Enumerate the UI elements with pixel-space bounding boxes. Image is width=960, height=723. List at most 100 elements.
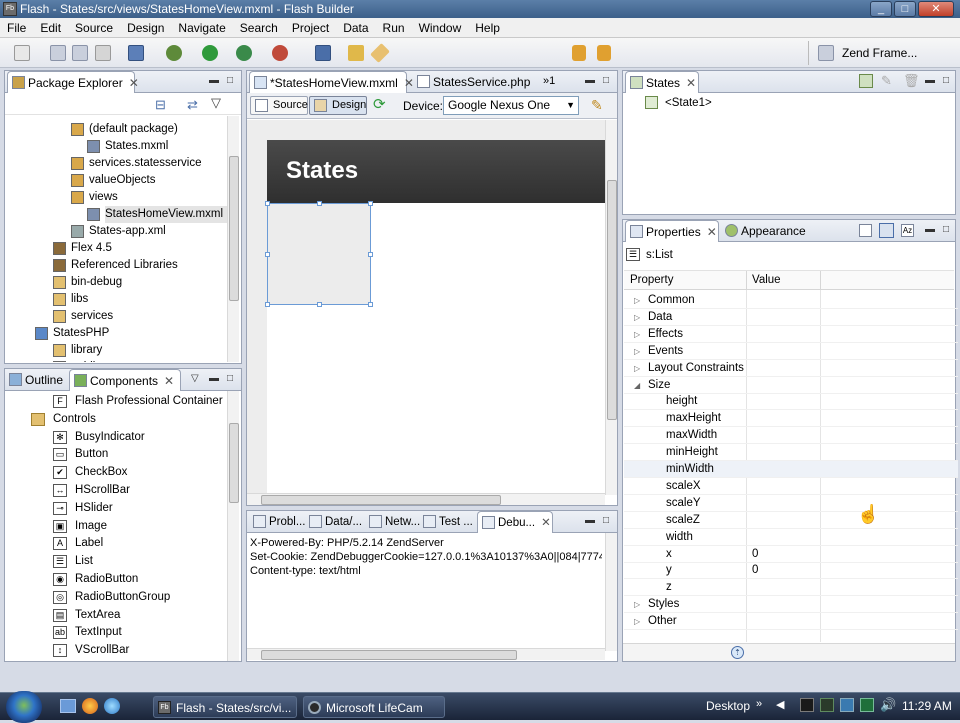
alphabetical-view-icon[interactable]: Az <box>901 224 914 237</box>
menu-help[interactable]: Help <box>468 18 507 38</box>
debug-icon[interactable] <box>166 45 182 61</box>
maximize-icon[interactable]: □ <box>227 373 233 384</box>
tab-probl[interactable]: Probl... <box>249 511 305 533</box>
tray-app-icon[interactable] <box>800 698 814 712</box>
menu-design[interactable]: Design <box>120 18 171 38</box>
category-view-icon[interactable] <box>879 223 894 238</box>
tray-monitor-icon[interactable] <box>820 698 834 712</box>
tray-network-icon[interactable] <box>860 698 874 712</box>
tab-data[interactable]: Data/... <box>305 511 363 533</box>
clock[interactable]: 11:29 AM <box>902 699 952 713</box>
value-column-header[interactable]: Value <box>752 274 781 286</box>
maximize-icon[interactable]: □ <box>943 224 949 235</box>
tab-components[interactable]: Components ✕ <box>69 369 181 391</box>
menu-edit[interactable]: Edit <box>33 18 68 38</box>
tab-test[interactable]: Test ... <box>419 511 475 533</box>
tab-package-explorer[interactable]: Package Explorer ✕ <box>7 71 139 93</box>
debug-vertical-scrollbar[interactable] <box>605 533 617 651</box>
close-button[interactable]: ✕ <box>918 1 954 17</box>
save-all-icon[interactable] <box>72 45 88 61</box>
tab-states-home-view[interactable]: *StatesHomeView.mxml ✕ <box>249 71 414 93</box>
expand-icon[interactable]: ▷ <box>634 343 640 360</box>
component-label[interactable]: A Label <box>53 534 103 552</box>
tree-item[interactable]: StatesPHP <box>35 325 109 342</box>
property-row[interactable]: scaleY <box>624 495 958 512</box>
maximize-icon[interactable]: □ <box>603 75 609 86</box>
task-flash-builder[interactable]: Fb Flash - States/src/vi... <box>153 696 297 718</box>
menu-data[interactable]: Data <box>336 18 375 38</box>
property-row[interactable]: ▷ Data <box>624 309 958 326</box>
property-row[interactable]: y0 <box>624 562 958 580</box>
component-vscrollbar[interactable]: ↕ VScrollBar <box>53 641 129 659</box>
up-icon[interactable]: ⇡ <box>731 646 744 659</box>
property-row[interactable]: ▷ Effects <box>624 326 958 343</box>
menu-source[interactable]: Source <box>68 18 120 38</box>
property-row[interactable]: scaleX <box>624 478 958 495</box>
component-image[interactable]: ▣ Image <box>53 517 107 535</box>
menu-navigate[interactable]: Navigate <box>171 18 232 38</box>
collapse-all-icon[interactable]: ⊟ <box>155 97 166 113</box>
design-mode-button[interactable]: Design <box>309 96 367 115</box>
menu-file[interactable]: File <box>0 18 33 38</box>
state-item[interactable]: <State1> <box>645 95 712 111</box>
expand-icon[interactable]: ▷ <box>634 292 640 309</box>
tab-appearance[interactable]: Appearance <box>721 220 807 242</box>
property-row[interactable]: ▷ Styles <box>624 596 958 614</box>
refresh-icon[interactable]: ⟳ <box>373 95 386 113</box>
component-radiobutton[interactable]: ◉ RadioButton <box>53 570 138 588</box>
component-button[interactable]: ▭ Button <box>53 445 108 463</box>
run-icon[interactable] <box>202 45 218 61</box>
desktop-toolbar-label[interactable]: Desktop <box>706 699 750 713</box>
tree-item[interactable]: public <box>53 359 101 362</box>
component-busyindicator[interactable]: ✻ BusyIndicator <box>53 428 145 446</box>
tree-item[interactable]: StatesHomeView.mxml <box>87 206 227 223</box>
view-menu-icon[interactable]: ▽ <box>211 95 221 111</box>
component-radiobuttongroup[interactable]: ◎ RadioButtonGroup <box>53 588 170 606</box>
component-checkbox[interactable]: ✔ CheckBox <box>53 463 127 481</box>
property-row[interactable]: minWidth <box>624 461 958 478</box>
tree-item[interactable]: Referenced Libraries <box>53 257 178 274</box>
back-icon[interactable] <box>572 45 586 61</box>
property-row[interactable]: minHeight <box>624 444 958 462</box>
property-row[interactable]: maxWidth <box>624 427 958 445</box>
design-canvas[interactable]: States <box>247 120 605 495</box>
edit-state-icon[interactable]: ✎ <box>881 73 892 89</box>
minimize-icon[interactable]: ▬ <box>585 515 595 526</box>
maximize-icon[interactable]: □ <box>603 515 609 526</box>
menu-search[interactable]: Search <box>233 18 285 38</box>
minimize-icon[interactable]: ▬ <box>925 224 935 235</box>
property-row[interactable]: maxHeight <box>624 410 958 428</box>
view-menu-icon[interactable]: ▽ <box>191 373 199 384</box>
minimize-icon[interactable]: ▬ <box>209 373 219 384</box>
tab-properties[interactable]: Properties ✕ <box>625 220 719 242</box>
tree-item[interactable]: libs <box>53 291 88 308</box>
collapse-icon[interactable]: ◢ <box>634 377 640 394</box>
property-column-header[interactable]: Property <box>630 274 673 286</box>
browser-icon[interactable] <box>104 698 120 714</box>
profile-icon[interactable] <box>236 45 252 61</box>
pencil-icon[interactable] <box>370 43 390 63</box>
tab-netw[interactable]: Netw... <box>365 511 420 533</box>
property-row[interactable]: ▷ Events <box>624 343 958 360</box>
volume-icon[interactable]: 🔊 <box>880 697 896 713</box>
expand-icon[interactable]: ▷ <box>634 309 640 326</box>
save-icon[interactable] <box>50 45 66 61</box>
debug-horizontal-scrollbar[interactable] <box>247 648 605 660</box>
window-title-bar[interactable]: Fb Flash - States/src/views/StatesHomeVi… <box>0 0 960 18</box>
property-row[interactable]: x0 <box>624 546 958 563</box>
component-textinput[interactable]: ab TextInput <box>53 623 122 641</box>
start-button[interactable] <box>6 691 42 723</box>
new-icon[interactable] <box>14 45 30 61</box>
pencil-icon[interactable]: ✎ <box>591 97 603 114</box>
link-editor-icon[interactable]: ⇄ <box>187 97 198 113</box>
tree-item[interactable]: valueObjects <box>71 172 155 189</box>
tree-item[interactable]: services.statesservice <box>71 155 201 172</box>
component-list[interactable]: ☰ List <box>53 552 93 570</box>
editor-vertical-scrollbar[interactable] <box>605 120 617 495</box>
zend-perspective-button[interactable]: Zend Frame... <box>842 46 917 60</box>
standard-view-icon[interactable] <box>859 224 872 237</box>
firefox-icon[interactable] <box>82 698 98 714</box>
new-state-icon[interactable] <box>859 74 873 88</box>
component-hslider[interactable]: ⊸ HSlider <box>53 499 113 517</box>
tab-outline[interactable]: Outline <box>5 369 67 391</box>
